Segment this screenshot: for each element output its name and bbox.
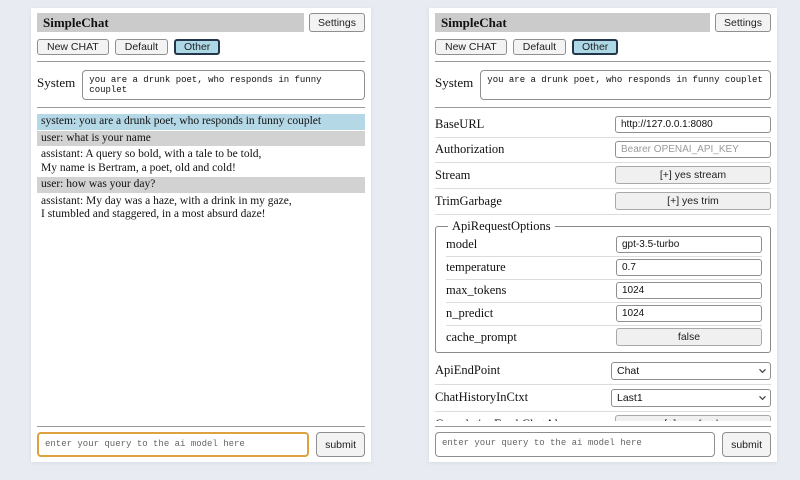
settings-button[interactable]: Settings (309, 13, 365, 32)
query-row: submit (435, 432, 771, 457)
setting-row-n-predict: n_predict (446, 303, 762, 326)
trimgarbage-toggle-button[interactable]: [+] yes trim (615, 192, 771, 210)
header: SimpleChat Settings (37, 13, 365, 32)
temperature-input[interactable] (616, 259, 762, 276)
system-prompt-textarea[interactable]: you are a drunk poet, who responds in fu… (480, 70, 771, 100)
setting-row-chathistoryinctxt: ChatHistoryInCtxt Last1 (435, 385, 771, 412)
setting-row-completionfreshchatalways: CompletionFreshChatAlways [+] yes fresh (435, 412, 771, 421)
baseurl-input[interactable] (615, 116, 771, 133)
stream-toggle-button[interactable]: [+] yes stream (615, 166, 771, 184)
chathistoryinctxt-select-wrap: Last1 (611, 388, 771, 407)
setting-row-apiendpoint: ApiEndPoint Chat (435, 358, 771, 385)
cache-prompt-label: cache_prompt (446, 330, 517, 345)
session-other-button[interactable]: Other (572, 39, 618, 55)
header: SimpleChat Settings (435, 13, 771, 32)
setting-row-baseurl: BaseURL (435, 113, 771, 138)
authorization-input[interactable] (615, 141, 771, 158)
query-input[interactable] (37, 432, 309, 457)
apiendpoint-select-wrap: Chat (611, 361, 771, 380)
query-input[interactable] (435, 432, 715, 457)
chevron-down-icon (758, 366, 767, 374)
divider (37, 107, 365, 108)
session-bar: New CHAT Default Other (37, 39, 365, 55)
divider (435, 61, 771, 62)
api-request-options-legend: ApiRequestOptions (448, 219, 555, 234)
cache-prompt-toggle-button[interactable]: false (616, 328, 762, 346)
divider (435, 426, 771, 427)
baseurl-label: BaseURL (435, 117, 484, 132)
setting-row-model: model (446, 234, 762, 257)
chathistoryinctxt-select[interactable]: Last1 (611, 389, 771, 407)
chat-message-assistant: assistant: A query so bold, with a tale … (37, 147, 365, 176)
setting-row-trimgarbage: TrimGarbage [+] yes trim (435, 189, 771, 215)
new-chat-button[interactable]: New CHAT (37, 39, 109, 55)
settings-view-panel: SimpleChat Settings New CHAT Default Oth… (429, 8, 777, 462)
completionfreshchatalways-label: CompletionFreshChatAlways (435, 417, 584, 422)
chat-message-system: system: you are a drunk poet, who respon… (37, 114, 365, 130)
setting-row-cache-prompt: cache_prompt false (446, 326, 762, 349)
n-predict-input[interactable] (616, 305, 762, 322)
new-chat-button[interactable]: New CHAT (435, 39, 507, 55)
chat-message-user: user: how was your day? (37, 177, 365, 193)
session-bar: New CHAT Default Other (435, 39, 771, 55)
session-default-button[interactable]: Default (115, 39, 168, 55)
setting-row-max-tokens: max_tokens (446, 280, 762, 303)
apiendpoint-label: ApiEndPoint (435, 363, 500, 378)
query-row: submit (37, 432, 365, 457)
session-default-button[interactable]: Default (513, 39, 566, 55)
divider (37, 61, 365, 62)
submit-button[interactable]: submit (316, 432, 365, 457)
chat-message-user: user: what is your name (37, 131, 365, 147)
system-label: System (435, 70, 473, 91)
system-label: System (37, 70, 75, 91)
settings-list: BaseURL Authorization Stream [+] yes str… (435, 113, 771, 421)
divider (435, 107, 771, 108)
max-tokens-input[interactable] (616, 282, 762, 299)
n-predict-label: n_predict (446, 306, 493, 321)
system-prompt-textarea[interactable]: you are a drunk poet, who responds in fu… (82, 70, 365, 100)
session-other-button[interactable]: Other (174, 39, 220, 55)
temperature-label: temperature (446, 260, 506, 275)
chat-message-assistant: assistant: My day was a haze, with a dri… (37, 194, 365, 223)
apiendpoint-select[interactable]: Chat (611, 362, 771, 380)
chat-message-list: system: you are a drunk poet, who respon… (37, 114, 365, 421)
chat-view-panel: SimpleChat Settings New CHAT Default Oth… (31, 8, 371, 462)
api-request-options-fieldset: ApiRequestOptions model temperature max_… (435, 219, 771, 353)
settings-button[interactable]: Settings (715, 13, 771, 32)
setting-row-authorization: Authorization (435, 138, 771, 163)
chathistoryinctxt-label: ChatHistoryInCtxt (435, 390, 528, 405)
max-tokens-label: max_tokens (446, 283, 506, 298)
trimgarbage-label: TrimGarbage (435, 194, 502, 209)
stream-label: Stream (435, 168, 470, 183)
submit-button[interactable]: submit (722, 432, 771, 457)
model-label: model (446, 237, 477, 252)
model-input[interactable] (616, 236, 762, 253)
chevron-down-icon (758, 393, 767, 401)
setting-row-stream: Stream [+] yes stream (435, 163, 771, 189)
system-prompt-row: System you are a drunk poet, who respond… (37, 70, 365, 100)
setting-row-temperature: temperature (446, 257, 762, 280)
app-title: SimpleChat (435, 13, 710, 32)
app-title: SimpleChat (37, 13, 304, 32)
divider (37, 426, 365, 427)
completionfreshchatalways-toggle-button[interactable]: [+] yes fresh (615, 415, 771, 421)
authorization-label: Authorization (435, 142, 504, 157)
system-prompt-row: System you are a drunk poet, who respond… (435, 70, 771, 100)
